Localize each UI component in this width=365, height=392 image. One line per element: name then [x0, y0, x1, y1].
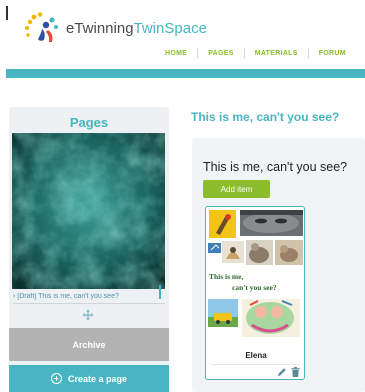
- add-item-label: Add item: [220, 184, 253, 194]
- archive-button-label: Archive: [72, 339, 106, 350]
- pages-cover-image: [12, 133, 165, 289]
- create-page-button[interactable]: Create a page: [9, 365, 169, 392]
- archive-button[interactable]: Archive: [9, 328, 169, 361]
- brand-name[interactable]: eTwinningTwinSpace: [66, 20, 207, 37]
- panel-title: This is me, can't you see?: [203, 160, 348, 174]
- collage-caption-line-1: This is me,: [209, 272, 244, 281]
- divider: [212, 364, 300, 365]
- collage-caption-line-2: can't you see?: [232, 283, 277, 292]
- main-nav: HOME PAGES MATERIALS FORUM: [155, 46, 356, 60]
- edit-icon[interactable]: [277, 367, 287, 377]
- brand-suffix: TwinSpace: [133, 20, 207, 37]
- trash-icon[interactable]: [291, 367, 300, 377]
- page-title: This is me, can't you see?: [191, 110, 340, 124]
- nav-home[interactable]: HOME: [155, 50, 197, 57]
- pages-sidebar: Pages › [Draft] This is me, can't you se…: [9, 107, 169, 392]
- page-item-card[interactable]: This is me, can't you see? Elena: [205, 206, 305, 380]
- header-band: [6, 69, 365, 78]
- plus-circle-icon: [50, 373, 62, 384]
- text-cursor: [6, 6, 8, 20]
- nav-forum[interactable]: FORUM: [309, 50, 356, 57]
- brand-prefix: eTwinning: [66, 20, 134, 37]
- move-icon[interactable]: [82, 309, 94, 321]
- sidebar-page-link[interactable]: › [Draft] This is me, can't you see?: [13, 293, 165, 300]
- nav-materials[interactable]: MATERIALS: [245, 50, 308, 57]
- add-item-button[interactable]: Add item: [203, 180, 270, 198]
- collage-image: This is me, can't you see?: [206, 207, 304, 345]
- etwinning-logo-icon[interactable]: [22, 12, 70, 46]
- sidebar-title: Pages: [69, 115, 109, 130]
- card-author-name: Elena: [245, 351, 267, 360]
- create-page-label: Create a page: [67, 373, 128, 384]
- header: eTwinningTwinSpace HOME PAGES MATERIALS …: [0, 0, 365, 68]
- nav-pages[interactable]: PAGES: [198, 50, 244, 57]
- divider: [13, 303, 165, 304]
